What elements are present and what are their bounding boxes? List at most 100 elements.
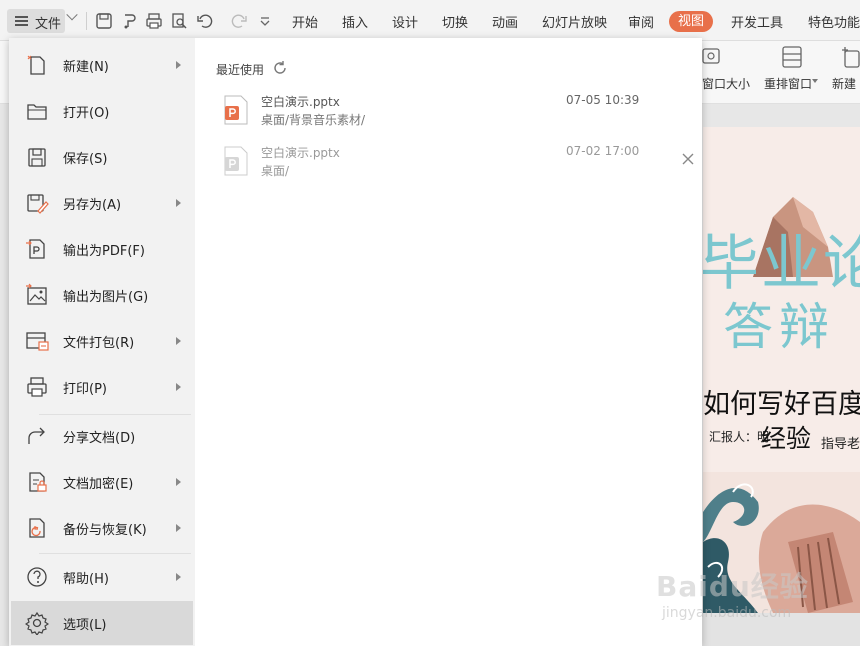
redo-icon[interactable] (230, 12, 248, 30)
chevron-right-icon (176, 524, 181, 532)
menu-divider (39, 553, 191, 554)
chevron-down-icon[interactable] (812, 79, 818, 83)
slide-preview[interactable]: 毕业论 答辩 如何写好百度 汇报人：明 经验 指导老 (703, 127, 860, 613)
slide-advisor: 指导老 (821, 437, 860, 452)
gear-icon (24, 611, 50, 637)
menu-item-label: 输出为PDF(F) (63, 244, 145, 259)
menu-item-label: 输出为图片(G) (63, 290, 149, 305)
chevron-right-icon (176, 383, 181, 391)
menu-bar: 文件 开始 插入 设计 切换 动画 幻灯片放映 审阅 视图 开发工具 特色功能 (0, 0, 860, 41)
watermark: Baidu经验 jingyan.baidu.com (656, 565, 856, 625)
save-icon (25, 145, 49, 169)
watermark-url: jingyan.baidu.com (662, 605, 792, 621)
window-size-icon[interactable] (702, 47, 720, 67)
recent-file-path: 桌面/背景音乐素材/ (261, 113, 366, 127)
save-as-icon (25, 191, 49, 215)
file-menu-button[interactable]: 文件 (7, 9, 65, 33)
recent-file-date: 07-02 17:00 (566, 144, 640, 158)
print-icon[interactable] (145, 12, 163, 30)
rearrange-window-icon[interactable] (781, 45, 803, 69)
menu-item-print[interactable]: 打印(P) (11, 365, 193, 409)
tab-features[interactable]: 特色功能 (808, 12, 860, 31)
format-painter-icon[interactable] (120, 12, 138, 30)
file-menu-label: 文件 (35, 17, 62, 32)
tab-slideshow[interactable]: 幻灯片放映 (542, 12, 607, 31)
chevron-right-icon (176, 573, 181, 581)
file-menu-list: 新建(N) 打开(O) 保存(S) 另存为(A) 输出为PDF(F) 输出为图片… (9, 38, 195, 646)
recent-file-item[interactable]: 空白演示.pptx 桌面/背景音乐素材/ 07-05 10:39 (219, 91, 669, 133)
backup-icon (25, 516, 49, 540)
menu-item-label: 选项(L) (63, 618, 107, 633)
menu-item-label: 另存为(A) (63, 198, 122, 213)
menu-item-label: 分享文档(D) (63, 431, 136, 446)
file-menu-panel: 新建(N) 打开(O) 保存(S) 另存为(A) 输出为PDF(F) 输出为图片… (9, 38, 702, 646)
encrypt-icon (25, 470, 49, 494)
rearrange-window-label[interactable]: 重排窗口 (764, 75, 812, 92)
open-folder-icon (25, 99, 49, 123)
refresh-icon[interactable] (272, 60, 288, 76)
divider (86, 12, 87, 30)
chevron-right-icon (176, 61, 181, 69)
menu-item-save[interactable]: 保存(S) (11, 135, 193, 179)
slide-title-line2: 答辩 (723, 298, 835, 356)
recent-section-title: 最近使用 (216, 63, 265, 77)
package-icon (25, 329, 49, 353)
tab-view[interactable]: 视图 (669, 11, 713, 32)
export-image-icon (25, 283, 49, 307)
slide-subtitle: 如何写好百度 (703, 389, 860, 420)
tab-transition[interactable]: 切换 (442, 12, 468, 31)
recent-file-date: 07-05 10:39 (566, 93, 640, 107)
help-icon (25, 565, 49, 589)
menu-item-label: 保存(S) (63, 152, 108, 167)
tab-review[interactable]: 审阅 (628, 12, 654, 31)
watermark-logo: Baidu经验 (656, 570, 809, 603)
chevron-down-icon[interactable] (66, 9, 78, 21)
chevron-right-icon (176, 199, 181, 207)
share-icon (25, 424, 49, 448)
pptx-file-icon (223, 146, 249, 176)
undo-icon[interactable] (196, 12, 214, 30)
hamburger-icon (15, 16, 28, 26)
tab-animation[interactable]: 动画 (492, 12, 518, 31)
chevron-right-icon (176, 478, 181, 486)
new-window-label[interactable]: 新建 (832, 75, 856, 92)
menu-item-package[interactable]: 文件打包(R) (11, 319, 193, 363)
pptx-file-icon (223, 95, 249, 125)
recent-file-item[interactable]: 空白演示.pptx 桌面/ 07-02 17:00 (219, 142, 669, 184)
menu-item-backup[interactable]: 备份与恢复(K) (11, 506, 193, 550)
window-size-label[interactable]: 窗口大小 (702, 75, 750, 92)
new-window-icon[interactable] (842, 45, 860, 69)
save-icon[interactable] (95, 12, 113, 30)
remove-recent-close-icon[interactable] (681, 152, 695, 166)
menu-item-export-image[interactable]: 输出为图片(G) (11, 273, 193, 317)
recent-file-name: 空白演示.pptx (261, 95, 340, 109)
slide-experience: 经验 (761, 424, 812, 453)
menu-item-save-as[interactable]: 另存为(A) (11, 181, 193, 225)
chevron-right-icon (176, 337, 181, 345)
menu-item-new[interactable]: 新建(N) (11, 43, 193, 87)
menu-item-label: 文件打包(R) (63, 336, 135, 351)
customize-toolbar-icon[interactable] (256, 12, 274, 30)
tab-developer[interactable]: 开发工具 (731, 12, 783, 31)
tab-insert[interactable]: 插入 (342, 12, 368, 31)
menu-item-label: 帮助(H) (63, 572, 109, 587)
menu-item-help[interactable]: 帮助(H) (11, 555, 193, 599)
menu-item-options[interactable]: 选项(L) (11, 601, 193, 645)
print-icon (25, 375, 49, 399)
menu-item-export-pdf[interactable]: 输出为PDF(F) (11, 227, 193, 271)
recent-file-path: 桌面/ (261, 164, 290, 178)
menu-item-open[interactable]: 打开(O) (11, 89, 193, 133)
menu-item-share[interactable]: 分享文档(D) (11, 414, 193, 458)
new-file-icon (25, 53, 49, 77)
menu-item-label: 打印(P) (63, 382, 107, 397)
menu-item-label: 文档加密(E) (63, 477, 134, 492)
menu-item-encrypt[interactable]: 文档加密(E) (11, 460, 193, 504)
recent-file-name: 空白演示.pptx (261, 146, 340, 160)
menu-item-label: 备份与恢复(K) (63, 523, 147, 538)
tab-home[interactable]: 开始 (292, 12, 318, 31)
export-pdf-icon (25, 237, 49, 261)
tab-design[interactable]: 设计 (392, 12, 418, 31)
print-preview-icon[interactable] (170, 12, 188, 30)
slide-reporter: 汇报人：明 (709, 430, 770, 444)
menu-item-label: 打开(O) (63, 106, 110, 121)
